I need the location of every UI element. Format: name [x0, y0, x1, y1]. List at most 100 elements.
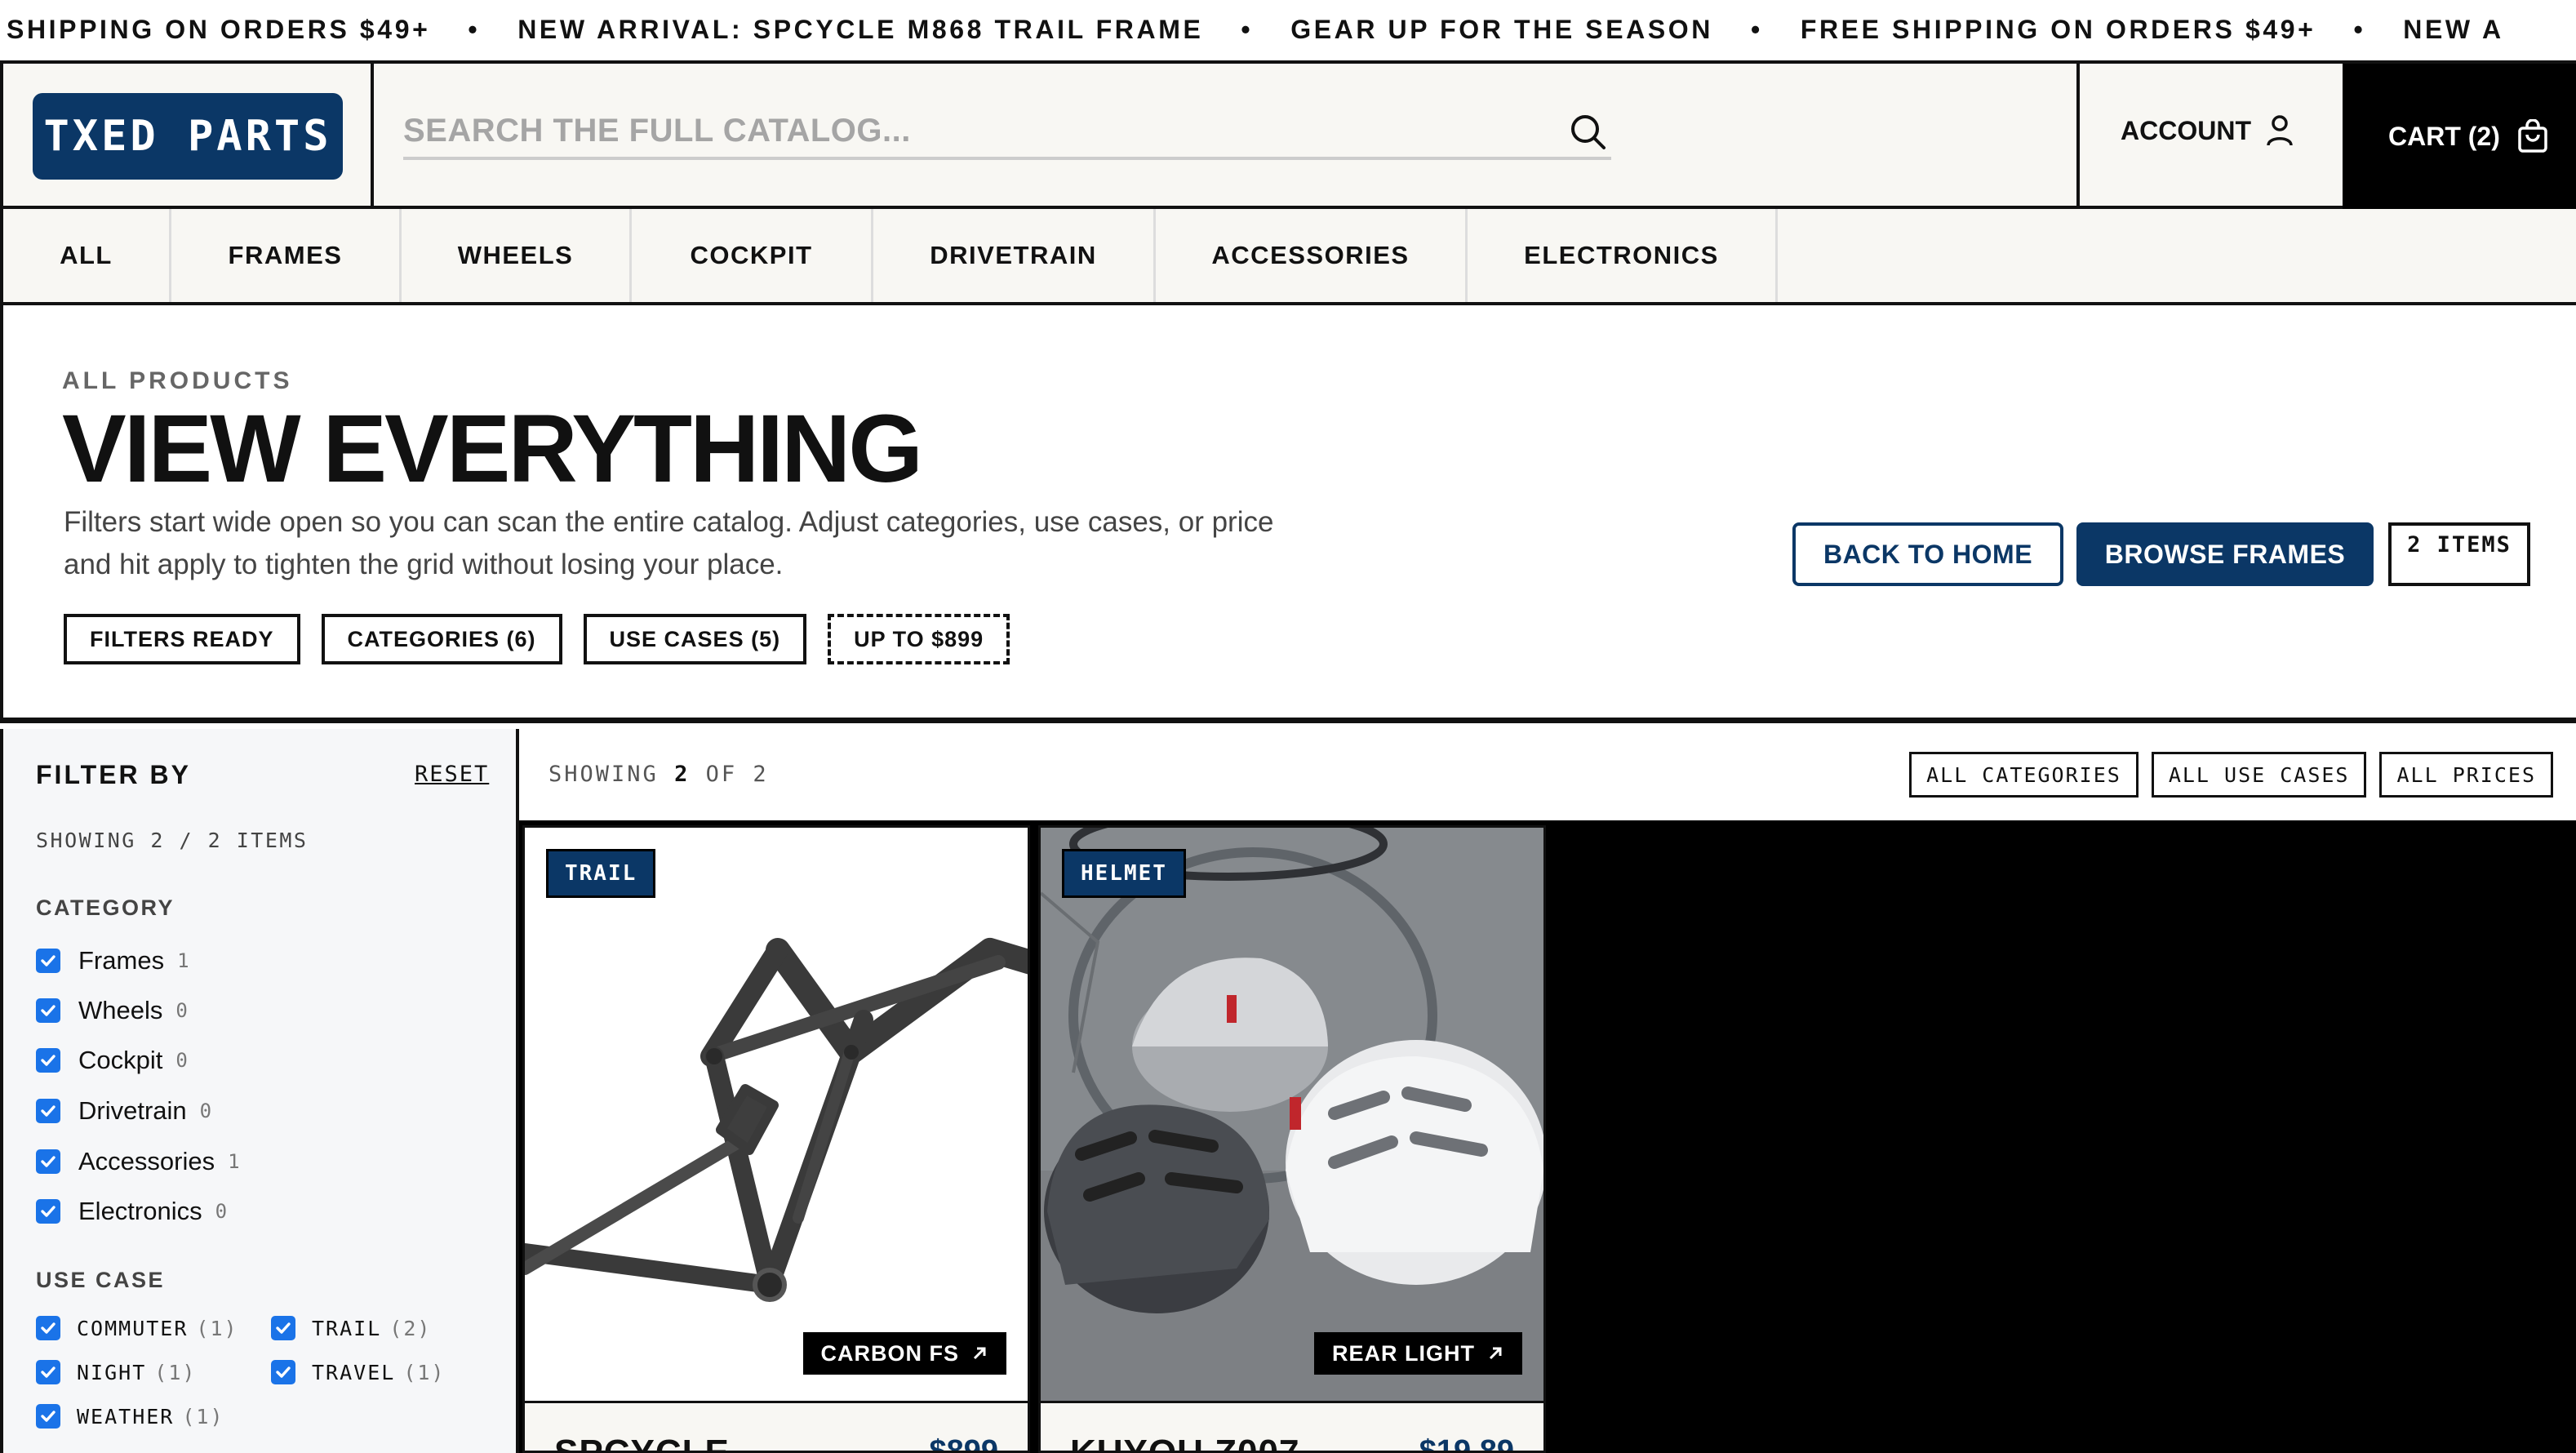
cta-label: CARBON FS [820, 1340, 959, 1366]
cart-button[interactable]: CART (2) [2343, 64, 2576, 209]
search-input[interactable] [403, 106, 1530, 155]
product-image[interactable] [1041, 828, 1543, 1401]
account-link[interactable]: ACCOUNT [2121, 114, 2294, 147]
category-nav: ALL FRAMES WHEELS COCKPIT DRIVETRAIN ACC… [0, 209, 2576, 305]
nav-tab-drivetrain[interactable]: DRIVETRAIN [873, 209, 1156, 302]
category-label: Wheels [78, 996, 163, 1024]
check-icon [41, 1055, 56, 1066]
check-icon [41, 1005, 56, 1016]
checkbox-checked[interactable] [36, 998, 60, 1023]
use-case-filter-trail[interactable]: TRAIL (2) [271, 1316, 431, 1340]
nav-tab-all[interactable]: ALL [3, 209, 171, 302]
use-case-filter-night[interactable]: NIGHT (1) [36, 1360, 196, 1384]
ticker-separator: • [1751, 15, 1763, 44]
results-count: SHOWING 2 OF 2 [549, 762, 769, 787]
use-case-label: NIGHT [77, 1360, 147, 1384]
use-case-filter-travel[interactable]: TRAVEL (1) [271, 1360, 445, 1384]
checkbox-checked[interactable] [271, 1316, 295, 1340]
checkbox-checked[interactable] [36, 1360, 60, 1384]
use-case-count: (1) [182, 1404, 224, 1429]
checkbox-checked[interactable] [36, 1199, 60, 1224]
use-case-label: COMMUTER [77, 1316, 189, 1340]
filter-title: FILTER BY [36, 760, 191, 789]
category-filter-drivetrain[interactable]: Drivetrain 0 [36, 1096, 211, 1126]
category-count: 1 [228, 1150, 240, 1173]
checkbox-checked[interactable] [36, 1316, 60, 1340]
category-filter-electronics[interactable]: Electronics 0 [36, 1197, 227, 1226]
check-icon [276, 1366, 291, 1378]
checkbox-checked[interactable] [36, 1404, 60, 1429]
items-count-badge: 2 ITEMS [2388, 522, 2530, 586]
chip-all-prices[interactable]: ALL PRICES [2379, 752, 2553, 798]
helmets-photo [1041, 828, 1543, 1401]
product-cta-button[interactable]: CARBON FS [802, 1332, 1006, 1375]
use-case-filter-commuter[interactable]: COMMUTER (1) [36, 1316, 238, 1340]
active-filter-chips: ALL CATEGORIES ALL USE CASES ALL PRICES [1909, 752, 2553, 798]
product-footer: SPCYCLE $899 [525, 1401, 1028, 1451]
filter-showing-count: SHOWING 2 / 2 ITEMS [36, 829, 309, 852]
use-case-count: (1) [196, 1316, 238, 1340]
category-count: 0 [175, 1049, 188, 1072]
pill-price-limit: UP TO $899 [828, 614, 1010, 664]
search-icon[interactable] [1566, 109, 1611, 155]
user-icon [2267, 115, 2293, 146]
results-count-suffix: OF 2 [705, 762, 769, 787]
header-divider [371, 64, 374, 209]
results-toolbar: SHOWING 2 OF 2 ALL CATEGORIES ALL USE CA… [519, 729, 2576, 820]
use-case-count: (1) [154, 1360, 197, 1384]
nav-tab-electronics[interactable]: ELECTRONICS [1468, 209, 1778, 302]
category-filter-frames[interactable]: Frames 1 [36, 946, 189, 975]
category-label: Accessories [78, 1147, 215, 1175]
ticker-item: GEAR UP FOR THE SEASON [1290, 15, 1713, 44]
category-filter-cockpit[interactable]: Cockpit 0 [36, 1046, 188, 1075]
product-card[interactable]: TRAIL CARBON FS SPCYCLE $899 [522, 825, 1030, 1453]
checkbox-checked[interactable] [36, 949, 60, 973]
product-name[interactable]: SPCYCLE [554, 1433, 730, 1451]
checkbox-checked[interactable] [36, 1149, 60, 1174]
category-label: Cockpit [78, 1046, 163, 1074]
category-filter-wheels[interactable]: Wheels 0 [36, 996, 188, 1025]
page-eyebrow: ALL PRODUCTS [62, 367, 293, 394]
nav-tab-cockpit[interactable]: COCKPIT [632, 209, 873, 302]
page-description: Filters start wide open so you can scan … [64, 506, 1274, 580]
logo[interactable]: TXED PARTS [33, 93, 343, 180]
product-image[interactable] [525, 828, 1028, 1401]
ticker-item: NEW ARRIVAL: SPCYCLE M868 TRAIL FRAME [517, 15, 1204, 44]
header-divider [2076, 64, 2080, 209]
account-label: ACCOUNT [2121, 115, 2251, 145]
use-case-label: TRAVEL [312, 1360, 396, 1384]
checkbox-checked[interactable] [36, 1048, 60, 1073]
checkbox-checked[interactable] [36, 1099, 60, 1123]
check-icon [41, 1322, 56, 1334]
check-icon [41, 955, 56, 966]
category-count: 1 [177, 949, 189, 972]
ticker-separator: • [2353, 15, 2366, 44]
product-card[interactable]: HELMET REAR LIGHT KUYOU Z007 $19.89 [1038, 825, 1546, 1453]
cart-label: CART (2) [2388, 121, 2500, 151]
bike-frame-image [525, 938, 1028, 1302]
page-title: VIEW EVERYTHING [62, 395, 923, 503]
shopping-bag-icon [2518, 119, 2547, 153]
chip-all-use-cases[interactable]: ALL USE CASES [2151, 752, 2367, 798]
category-label: Electronics [78, 1197, 202, 1225]
browse-frames-button[interactable]: BROWSE FRAMES [2076, 522, 2374, 586]
nav-tab-wheels[interactable]: WHEELS [402, 209, 632, 302]
filter-sidebar: FILTER BY RESET SHOWING 2 / 2 ITEMS CATE… [0, 729, 519, 1453]
site-header: TXED PARTS ACCOUNT CART (2) [0, 60, 2576, 209]
back-to-home-button[interactable]: BACK TO HOME [1792, 522, 2063, 586]
nav-tab-frames[interactable]: FRAMES [171, 209, 402, 302]
use-case-label: WEATHER [77, 1404, 175, 1429]
product-cta-button[interactable]: REAR LIGHT [1314, 1332, 1522, 1375]
check-icon [41, 1411, 56, 1422]
use-case-filter-weather[interactable]: WEATHER (1) [36, 1404, 224, 1429]
check-icon [41, 1156, 56, 1167]
checkbox-checked[interactable] [271, 1360, 295, 1384]
product-price: $19.89 [1419, 1434, 1514, 1453]
reset-filters-link[interactable]: RESET [415, 762, 489, 787]
nav-tab-accessories[interactable]: ACCESSORIES [1156, 209, 1468, 302]
ticker-item: FREE SHIPPING ON ORDERS $49+ [1800, 15, 2316, 44]
product-name[interactable]: KUYOU Z007 [1070, 1433, 1299, 1451]
chip-all-categories[interactable]: ALL CATEGORIES [1909, 752, 2139, 798]
category-count: 0 [215, 1200, 228, 1223]
category-filter-accessories[interactable]: Accessories 1 [36, 1147, 240, 1176]
